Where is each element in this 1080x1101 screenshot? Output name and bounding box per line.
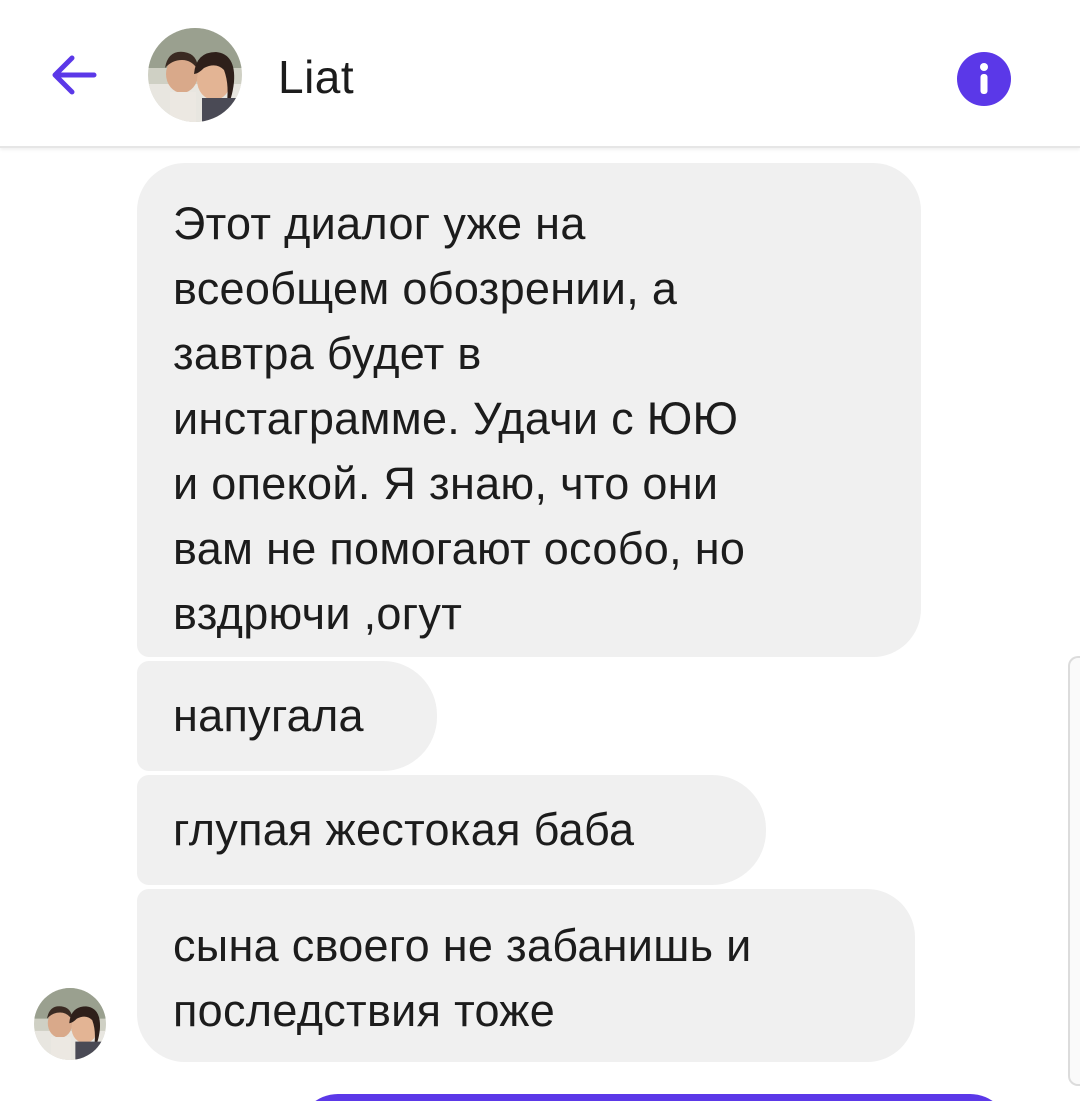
chat-header: Liat [0, 0, 1080, 148]
message-bubble[interactable]: глупая жестокая баба [137, 775, 766, 885]
contact-name[interactable]: Liat [278, 50, 354, 104]
avatar-photo [34, 988, 106, 1060]
message-text: сына своего не забанишь и последствия то… [173, 920, 752, 1036]
avatar-photo [148, 28, 242, 122]
message-text: напугала [173, 690, 364, 741]
outgoing-message-bubble[interactable] [298, 1094, 1010, 1101]
arrow-left-icon [52, 55, 97, 95]
message-bubble[interactable]: Этот диалог уже на всеобщем обозрении, а… [137, 163, 921, 657]
info-icon [957, 52, 1011, 106]
sender-avatar[interactable] [34, 988, 106, 1060]
message-text: глупая жестокая баба [173, 804, 635, 855]
scrollbar[interactable] [1068, 656, 1080, 1086]
message-bubble[interactable]: сына своего не забанишь и последствия то… [137, 889, 915, 1062]
message-text: Этот диалог уже на всеобщем обозрении, а… [173, 198, 746, 639]
contact-avatar[interactable] [148, 28, 242, 122]
back-button[interactable] [44, 45, 104, 105]
chat-screen: Liat Этот диалог уже на всеобщем обозрен… [0, 0, 1080, 1101]
message-bubble[interactable]: напугала [137, 661, 437, 771]
info-button[interactable] [955, 50, 1013, 108]
